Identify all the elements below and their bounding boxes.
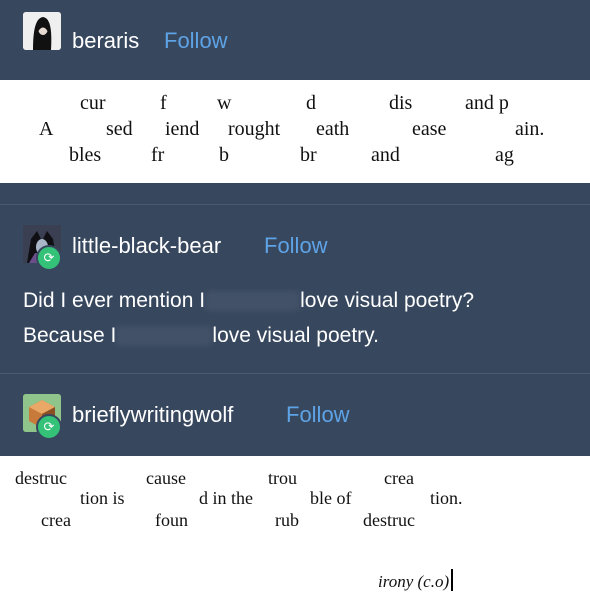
- signature-text: irony (c.o): [378, 572, 450, 591]
- avatar-beraris[interactable]: [23, 12, 61, 50]
- post-text-segment: Did I ever mention I: [23, 289, 206, 312]
- reblog-icon: ⟳: [36, 245, 62, 271]
- poem-word: cause: [146, 468, 186, 488]
- poem-word: ain.: [515, 118, 545, 140]
- poem-signature: irony (c.o): [378, 569, 454, 592]
- poem-word: A: [39, 118, 54, 140]
- poem-word: tion.: [430, 488, 463, 508]
- poem-word: sed: [106, 118, 133, 140]
- poem-word: w: [217, 92, 232, 114]
- poem-word: b: [219, 144, 229, 166]
- poem-word: destruc: [15, 468, 67, 488]
- poem-word: d in the: [199, 488, 253, 508]
- poem-word: trou: [268, 468, 297, 488]
- username-beraris[interactable]: beraris: [72, 28, 139, 54]
- poem-word: foun: [155, 510, 188, 530]
- poem-word: and: [371, 144, 400, 166]
- poem-word: crea: [384, 468, 414, 488]
- poem-word: rought: [228, 118, 281, 140]
- username-brieflywritingwolf[interactable]: brieflywritingwolf: [72, 402, 233, 428]
- poem-word: destruc: [363, 510, 415, 530]
- blank-gap: [205, 291, 301, 312]
- text-cursor: [451, 569, 454, 591]
- username-little-black-bear[interactable]: little-black-bear: [72, 233, 221, 259]
- poem-word: br: [300, 144, 317, 166]
- poem-word: eath: [316, 118, 350, 140]
- follow-button-brieflywritingwolf[interactable]: Follow: [286, 402, 350, 428]
- post-text-segment: love visual poetry.: [212, 324, 379, 347]
- follow-button-little-black-bear[interactable]: Follow: [264, 233, 328, 259]
- visual-poem-image-1: cur f w d dis and p A sed iend rought ea…: [0, 80, 590, 183]
- poem-word: tion is: [80, 488, 125, 508]
- poem-word: dis: [389, 92, 413, 114]
- poem-word: iend: [165, 118, 200, 140]
- poem-word: rub: [275, 510, 299, 530]
- post-text-line-1: Did I ever mention I love visual poetry?: [23, 288, 474, 314]
- poem-word: and p: [465, 92, 509, 114]
- poem-word: ease: [412, 118, 447, 140]
- post-text-segment: Because I: [23, 324, 117, 347]
- reblog-icon: ⟳: [36, 414, 62, 440]
- poem-word: bles: [69, 144, 102, 166]
- poem-word: fr: [151, 144, 165, 166]
- post-header-brieflywritingwolf: ⟳ brieflywritingwolf Follow: [0, 374, 590, 440]
- poem-word: ble of: [310, 488, 352, 508]
- follow-button-beraris[interactable]: Follow: [164, 28, 228, 54]
- poem-word: d: [306, 92, 316, 114]
- post-header-beraris: beraris Follow: [0, 0, 590, 56]
- poem-word: crea: [41, 510, 71, 530]
- blank-gap: [116, 326, 213, 347]
- poem-word: f: [160, 92, 167, 114]
- poem-word: cur: [80, 92, 106, 114]
- visual-poem-image-2: destruc cause trou crea tion is d in the…: [0, 456, 590, 600]
- post-text-line-2: Because I love visual poetry.: [23, 323, 379, 349]
- post-header-little-black-bear: ⟳ little-black-bear Follow: [0, 205, 590, 271]
- post-text-segment: love visual poetry?: [300, 289, 475, 312]
- poem-word: ag: [495, 144, 514, 166]
